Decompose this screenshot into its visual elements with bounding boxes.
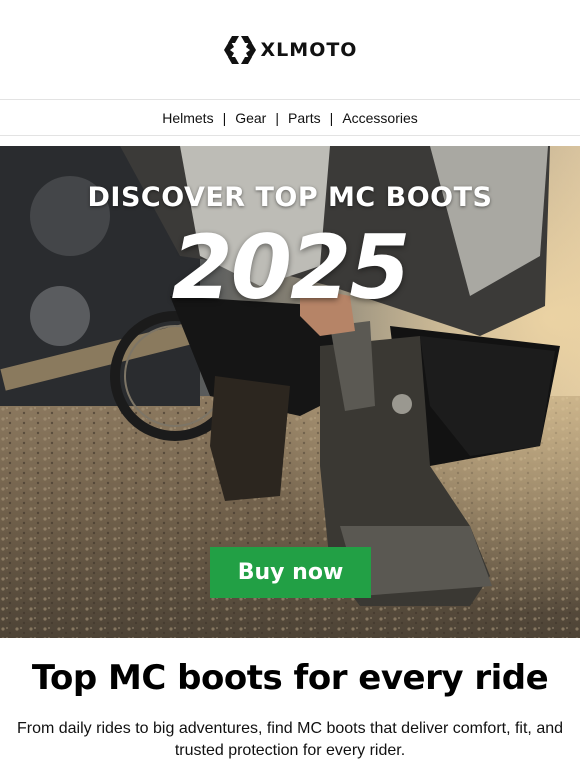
nav-item-accessories[interactable]: Accessories	[342, 110, 417, 126]
section-body: From daily rides to big adventures, find…	[16, 720, 564, 759]
hero-banner[interactable]: DISCOVER TOP MC BOOTS 2025 Buy now	[0, 146, 580, 638]
hero-title: DISCOVER TOP MC BOOTS	[87, 182, 493, 213]
hero-year: 2025	[171, 216, 411, 319]
category-nav: Helmets | Gear | Parts | Accessories	[0, 100, 580, 136]
nav-separator: |	[222, 109, 227, 126]
xlmoto-logo-icon	[223, 35, 256, 64]
nav-item-gear[interactable]: Gear	[235, 110, 266, 126]
nav-item-parts[interactable]: Parts	[288, 110, 321, 126]
section-headline: Top MC boots for every ride	[31, 658, 549, 698]
brand-name: XLMOTO	[260, 38, 358, 61]
nav-separator: |	[329, 109, 334, 126]
nav-separator: |	[275, 109, 279, 126]
nav-item-helmets[interactable]: Helmets	[162, 110, 213, 126]
brand-logo[interactable]: XLMOTO	[223, 35, 358, 65]
email-header: XLMOTO	[0, 0, 580, 100]
buy-now-button[interactable]: Buy now	[210, 547, 371, 598]
